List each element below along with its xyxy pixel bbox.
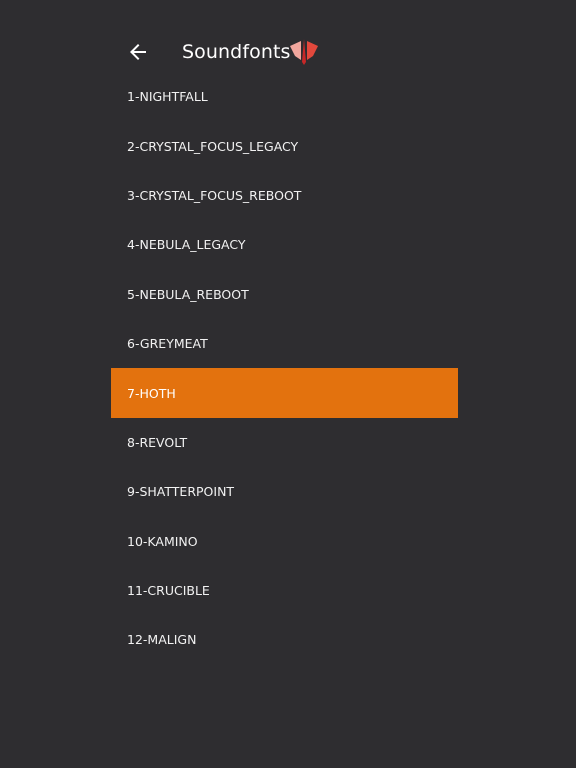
soundfont-item[interactable]: 7-HOTH <box>111 368 458 418</box>
soundfont-label: 2-CRYSTAL_FOCUS_LEGACY <box>127 138 299 154</box>
soundfont-list: 1-NIGHTFALL 2-CRYSTAL_FOCUS_LEGACY 3-CRYST… <box>111 72 458 665</box>
soundfont-label: 4-NEBULA_LEGACY <box>127 237 246 253</box>
soundfont-label: 9-SHATTERPOINT <box>127 484 235 500</box>
soundfont-item[interactable]: 2-CRYSTAL_FOCUS_LEGACY <box>111 121 458 170</box>
soundfont-label: 11-CRUCIBLE <box>127 583 210 599</box>
header: Soundfonts <box>111 30 458 74</box>
soundfont-label: 5-NEBULA_REBOOT <box>127 286 249 302</box>
soundfont-item[interactable]: 10-KAMINO <box>111 517 458 566</box>
soundfont-item[interactable]: 1-NIGHTFALL <box>111 72 458 121</box>
red-crest-logo-icon <box>288 38 320 66</box>
soundfont-item[interactable]: 5-NEBULA_REBOOT <box>111 270 458 319</box>
soundfont-item[interactable]: 4-NEBULA_LEGACY <box>111 220 458 269</box>
soundfont-label: 1-NIGHTFALL <box>127 89 208 105</box>
soundfont-item[interactable]: 11-CRUCIBLE <box>111 566 458 615</box>
soundfont-label: 3-CRYSTAL_FOCUS_REBOOT <box>127 187 302 203</box>
soundfont-item[interactable]: 9-SHATTERPOINT <box>111 467 458 516</box>
soundfont-item[interactable]: 12-MALIGN <box>111 615 458 664</box>
soundfonts-screen: Soundfonts 1-NIGHTFALL 2-CRYSTAL_FOCUS_LE… <box>0 0 576 768</box>
arrow-left-icon <box>130 44 146 60</box>
soundfont-item[interactable]: 8-REVOLT <box>111 418 458 467</box>
soundfont-item[interactable]: 3-CRYSTAL_FOCUS_REBOOT <box>111 171 458 220</box>
soundfont-label: 10-KAMINO <box>127 533 198 549</box>
soundfont-label: 12-MALIGN <box>127 632 197 648</box>
soundfont-item[interactable]: 6-GREYMEAT <box>111 319 458 368</box>
soundfont-label: 8-REVOLT <box>127 434 188 450</box>
page-title: Soundfonts <box>182 41 291 63</box>
soundfont-label: 7-HOTH <box>127 385 176 401</box>
back-button[interactable] <box>126 40 150 64</box>
soundfont-label: 6-GREYMEAT <box>127 336 208 352</box>
